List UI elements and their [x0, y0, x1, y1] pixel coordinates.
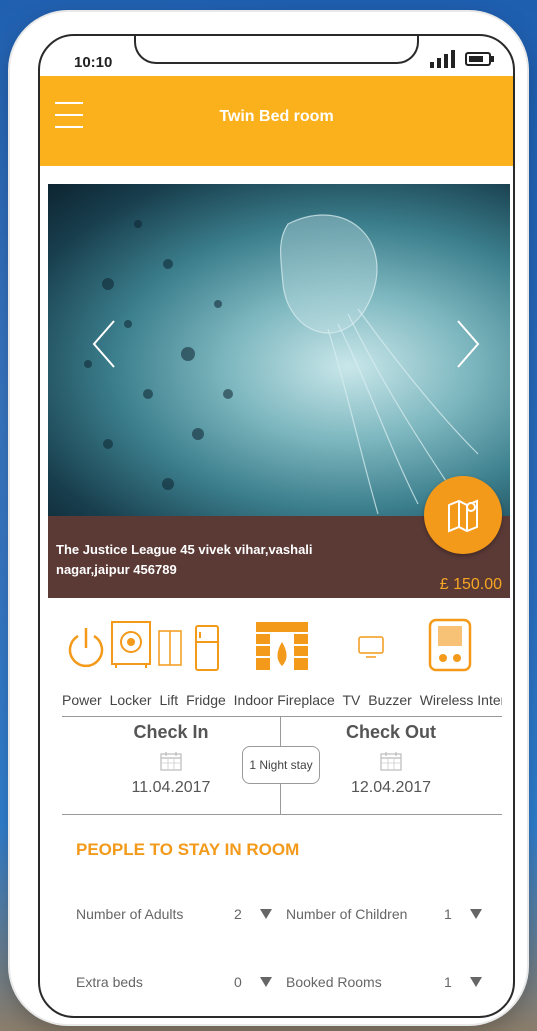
- extra-beds-label: Extra beds: [76, 974, 143, 990]
- app-header: Twin Bed room: [40, 76, 513, 166]
- check-out-label: Check Out: [345, 722, 437, 742]
- dropdown-arrow-icon[interactable]: [260, 909, 272, 919]
- status-time: 10:10: [74, 54, 113, 71]
- battery-icon: [465, 52, 494, 66]
- fridge-icon: [195, 625, 219, 671]
- extra-beds-value[interactable]: 0: [234, 974, 242, 990]
- status-icons: [430, 50, 494, 68]
- power-icon: [68, 628, 104, 668]
- signal-icon: [430, 50, 455, 68]
- stay-length-badge: 1 Night stay: [242, 746, 320, 784]
- lift-icon: [158, 630, 182, 666]
- adults-label: Number of Adults: [76, 906, 184, 922]
- amenity-label: Fridge: [186, 692, 226, 708]
- buzzer-icon: [428, 618, 472, 672]
- room-image-carousel[interactable]: [48, 184, 510, 516]
- people-section-title: PEOPLE TO STAY IN ROOM: [76, 840, 300, 859]
- page-title: Twin Bed room: [219, 108, 334, 125]
- adults-value[interactable]: 2: [234, 906, 242, 922]
- amenity-label: Lift: [159, 692, 179, 708]
- jellyfish-image: [84, 214, 479, 515]
- map-icon: [448, 499, 478, 533]
- tv-icon: [358, 636, 384, 658]
- address-line-2: nagar,jaipur 456789: [56, 562, 177, 577]
- amenity-label: Power: [62, 692, 102, 708]
- booked-rooms-value[interactable]: 1: [444, 974, 452, 990]
- fireplace-icon: [256, 622, 308, 670]
- room-price: £ 150.00: [439, 576, 502, 593]
- chevron-right-icon[interactable]: [456, 319, 480, 369]
- locker-icon: [111, 621, 151, 668]
- phone-frame: 10:10 Twin Bed room The Justice League 4…: [10, 12, 527, 1024]
- amenity-label: Buzzer: [368, 692, 412, 708]
- dropdown-arrow-icon[interactable]: [260, 977, 272, 987]
- amenity-icons: [62, 616, 512, 686]
- children-label: Number of Children: [286, 906, 408, 922]
- phone-screen: 10:10 Twin Bed room The Justice League 4…: [38, 34, 515, 1018]
- amenity-labels: Power Locker Lift Fridge Indoor Fireplac…: [62, 692, 502, 708]
- divider: [62, 716, 502, 717]
- divider: [62, 814, 502, 815]
- chevron-left-icon[interactable]: [92, 319, 116, 369]
- check-in-label: Check In: [133, 722, 209, 742]
- amenity-label: Wireless Inter: [419, 692, 502, 708]
- map-button[interactable]: [424, 476, 502, 554]
- dropdown-arrow-icon[interactable]: [470, 909, 482, 919]
- children-value[interactable]: 1: [444, 906, 452, 922]
- phone-notch: [134, 36, 419, 64]
- address-line-1: The Justice League 45 vivek vihar,vashal…: [56, 542, 313, 557]
- amenity-label: TV: [342, 692, 361, 708]
- amenity-label: Locker: [109, 692, 152, 708]
- calendar-icon: [380, 752, 402, 771]
- booked-rooms-label: Booked Rooms: [286, 974, 382, 990]
- dropdown-arrow-icon[interactable]: [470, 977, 482, 987]
- amenity-label: Indoor Fireplace: [233, 692, 335, 708]
- calendar-icon: [160, 752, 182, 771]
- property-address: The Justice League 45 vivek vihar,vashal…: [56, 540, 356, 580]
